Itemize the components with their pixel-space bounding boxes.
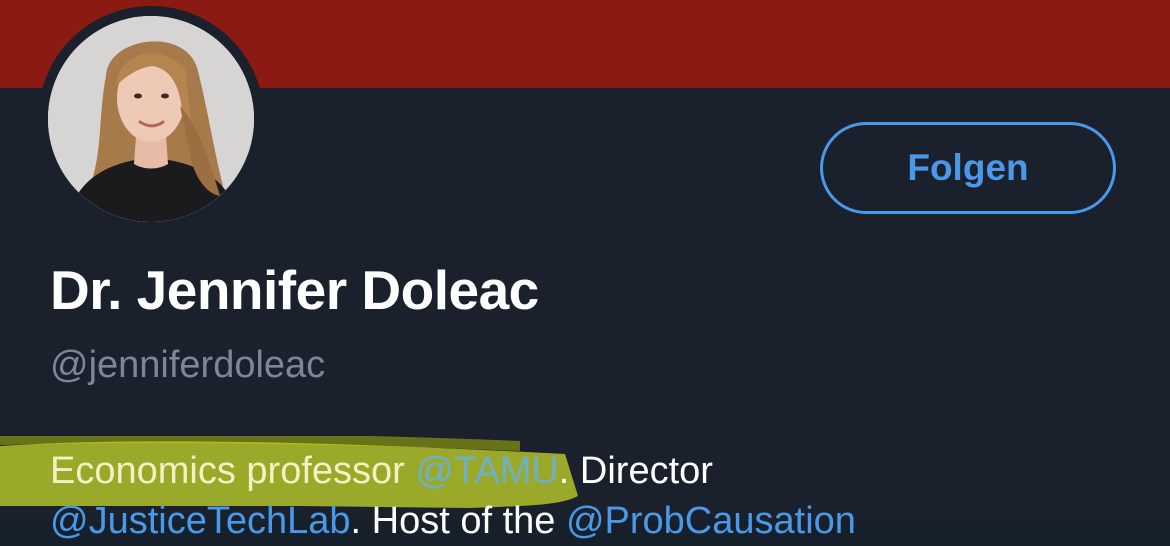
bio-text: . Director [558,450,713,492]
profile-handle: @jenniferdoleac [50,344,326,386]
avatar[interactable] [48,16,254,222]
bio-text: . Host of the [350,500,566,542]
bio-text: Economics professor [50,450,416,492]
avatar-photo [48,16,254,222]
bio-line-1: Economics professor @TAMU. Director [50,446,1150,496]
profile-display-name: Dr. Jennifer Doleac [50,259,539,321]
mention-link-justicetechlab[interactable]: @JusticeTechLab [50,500,351,542]
profile-bio: Economics professor @TAMU. Director @Jus… [50,446,1150,546]
bio-line-2: @JusticeTechLab. Host of the @ProbCausat… [50,496,1150,546]
mention-link-probcausation[interactable]: @ProbCausation [566,500,856,542]
mention-link-tamu[interactable]: @TAMU [415,450,558,492]
follow-button[interactable]: Folgen [820,122,1116,214]
